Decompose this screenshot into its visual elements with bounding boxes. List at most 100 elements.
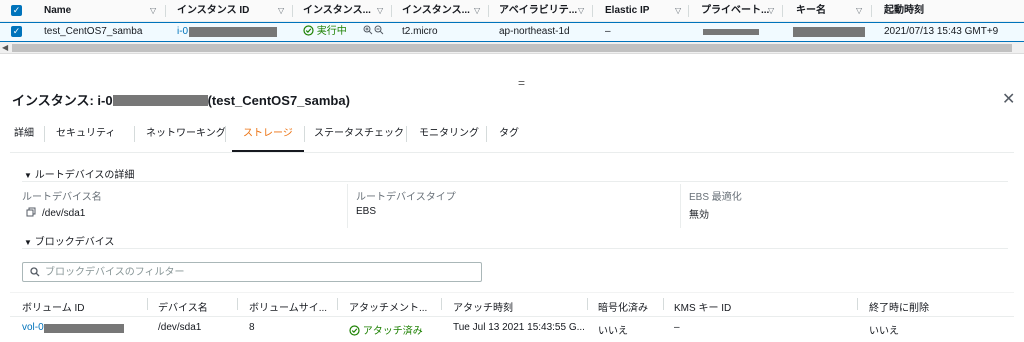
col-instance-state[interactable]: インスタンス... bbox=[303, 0, 371, 22]
redacted-volume-id bbox=[44, 324, 124, 333]
volume-id-link[interactable]: vol-0 bbox=[22, 322, 44, 333]
col-divider bbox=[592, 5, 593, 17]
col-volume-size[interactable]: ボリュームサイ... bbox=[249, 299, 327, 314]
divider bbox=[10, 316, 1014, 317]
col-delete-on-termination[interactable]: 終了時に削除 bbox=[869, 299, 929, 314]
tab-divider bbox=[406, 126, 407, 142]
col-elastic-ip[interactable]: Elastic IP bbox=[605, 0, 649, 22]
col-instance-type[interactable]: インスタンス... bbox=[402, 0, 470, 22]
block-section-title: ブロックデバイス bbox=[34, 237, 115, 248]
zoom-in-icon[interactable] bbox=[363, 23, 373, 41]
resize-handle-icon[interactable]: = bbox=[518, 77, 525, 89]
col-name[interactable]: Name bbox=[44, 0, 71, 22]
tab-divider bbox=[304, 126, 305, 142]
kms-key-id: – bbox=[674, 322, 680, 333]
sort-state-icon[interactable]: ▽ bbox=[377, 0, 383, 22]
tab-status-checks[interactable]: ステータスチェック bbox=[314, 117, 404, 152]
root-device-type: EBS bbox=[356, 206, 377, 217]
check-circle-icon bbox=[349, 325, 360, 336]
redacted-private-ip bbox=[703, 29, 759, 35]
redacted-key-name bbox=[793, 27, 865, 37]
col-divider bbox=[857, 298, 858, 310]
col-divider bbox=[782, 5, 783, 17]
tab-storage[interactable]: ストレージ bbox=[232, 117, 304, 152]
volume-size: 8 bbox=[249, 322, 255, 333]
row-checkbox[interactable]: ✓ bbox=[11, 26, 22, 37]
device-name: /dev/sda1 bbox=[158, 322, 202, 333]
zoom-out-icon[interactable] bbox=[374, 23, 384, 41]
check-circle-icon bbox=[303, 25, 314, 36]
sort-zone-icon[interactable]: ▽ bbox=[578, 0, 584, 22]
col-divider bbox=[441, 298, 442, 310]
col-kms-key-id[interactable]: KMS キー ID bbox=[674, 299, 731, 314]
horizontal-scrollbar[interactable]: ◀ bbox=[0, 42, 1024, 54]
col-attach-time[interactable]: アタッチ時刻 bbox=[453, 299, 513, 314]
root-device-type-label: ルートデバイスタイプ bbox=[356, 192, 456, 203]
col-encrypted[interactable]: 暗号化済み bbox=[598, 299, 648, 314]
col-key-name[interactable]: キー名 bbox=[796, 0, 826, 22]
attach-time: Tue Jul 13 2021 15:43:55 G... bbox=[453, 322, 585, 333]
panel-title-suffix: (test_CentOS7_samba) bbox=[207, 93, 350, 108]
attachment-status: アタッチ済み bbox=[349, 322, 423, 337]
attachment-status-text: アタッチ済み bbox=[362, 326, 423, 337]
col-divider bbox=[237, 298, 238, 310]
ebs-optimized: 無効 bbox=[689, 210, 709, 221]
col-divider bbox=[165, 5, 166, 17]
col-divider bbox=[391, 5, 392, 17]
sort-type-icon[interactable]: ▽ bbox=[474, 0, 480, 22]
sort-private-icon[interactable]: ▽ bbox=[768, 0, 774, 22]
root-device-section-header[interactable]: ▼ ルートデバイスの詳細 bbox=[24, 166, 134, 181]
sort-key-icon[interactable]: ▽ bbox=[856, 0, 862, 22]
col-divider bbox=[688, 5, 689, 17]
scroll-left-arrow-icon[interactable]: ◀ bbox=[2, 42, 8, 54]
root-section-title: ルートデバイスの詳細 bbox=[34, 170, 135, 181]
instance-type: t2.micro bbox=[402, 26, 438, 37]
detail-tabs: 詳細 セキュリティ ネットワーキング ストレージ ステータスチェック モニタリン… bbox=[10, 117, 1014, 153]
encrypted: いいえ bbox=[598, 326, 628, 337]
tab-networking[interactable]: ネットワーキング bbox=[146, 117, 226, 152]
col-divider bbox=[147, 298, 148, 310]
instance-row[interactable]: ✓ test_CentOS7_samba i-0 実行中 t2.micro ap… bbox=[0, 22, 1024, 42]
availability-zone: ap-northeast-1d bbox=[499, 26, 570, 37]
sort-elastic-ip-icon[interactable]: ▽ bbox=[675, 0, 681, 22]
col-instance-id[interactable]: インスタンス ID bbox=[177, 0, 249, 22]
divider bbox=[22, 248, 1008, 249]
tab-monitoring[interactable]: モニタリング bbox=[419, 117, 479, 152]
col-volume-id[interactable]: ボリューム ID bbox=[22, 299, 84, 314]
sort-name-icon[interactable]: ▽ bbox=[150, 0, 156, 22]
instance-state: 実行中 bbox=[303, 23, 347, 41]
close-icon[interactable]: ✕ bbox=[1002, 89, 1015, 109]
tab-tags[interactable]: タグ bbox=[499, 117, 519, 152]
tab-divider bbox=[134, 126, 135, 142]
filter-input[interactable] bbox=[45, 265, 475, 279]
search-icon bbox=[30, 267, 40, 277]
col-private-ip[interactable]: プライベート... bbox=[701, 0, 769, 22]
col-device-name[interactable]: デバイス名 bbox=[158, 299, 208, 314]
instances-table: ✓ Name ▽ インスタンス ID ▽ インスタンス... ▽ インスタンス.… bbox=[0, 0, 1024, 58]
copy-icon[interactable] bbox=[26, 207, 36, 217]
divider bbox=[22, 181, 1008, 182]
block-device-filter[interactable] bbox=[22, 262, 482, 282]
col-launch-time[interactable]: 起動時刻 bbox=[884, 0, 924, 22]
instance-id-link[interactable]: i-0 bbox=[177, 23, 188, 41]
sort-instance-id-icon[interactable]: ▽ bbox=[278, 0, 284, 22]
panel-title-prefix: インスタンス: i-0 bbox=[12, 93, 113, 108]
ebs-optimized-label: EBS 最適化 bbox=[689, 192, 742, 203]
scrollbar-thumb[interactable] bbox=[12, 44, 1012, 52]
select-all-checkbox[interactable]: ✓ bbox=[11, 5, 22, 16]
col-divider bbox=[587, 298, 588, 310]
col-availability-zone[interactable]: アベイラビリテ... bbox=[499, 0, 577, 22]
tab-security[interactable]: セキュリティ bbox=[56, 117, 115, 152]
tab-divider bbox=[44, 126, 45, 142]
launch-time: 2021/07/13 15:43 GMT+9 bbox=[884, 26, 999, 37]
tab-details[interactable]: 詳細 bbox=[14, 117, 34, 152]
divider bbox=[10, 292, 1014, 293]
col-divider bbox=[488, 5, 489, 17]
splitter-area bbox=[0, 54, 1024, 78]
column-divider bbox=[347, 184, 348, 228]
tab-divider bbox=[225, 126, 226, 142]
col-attachment-status[interactable]: アタッチメント... bbox=[349, 299, 427, 314]
col-divider bbox=[663, 298, 664, 310]
root-device-name-label: ルートデバイス名 bbox=[22, 192, 102, 203]
block-device-section-header[interactable]: ▼ ブロックデバイス bbox=[24, 233, 114, 248]
